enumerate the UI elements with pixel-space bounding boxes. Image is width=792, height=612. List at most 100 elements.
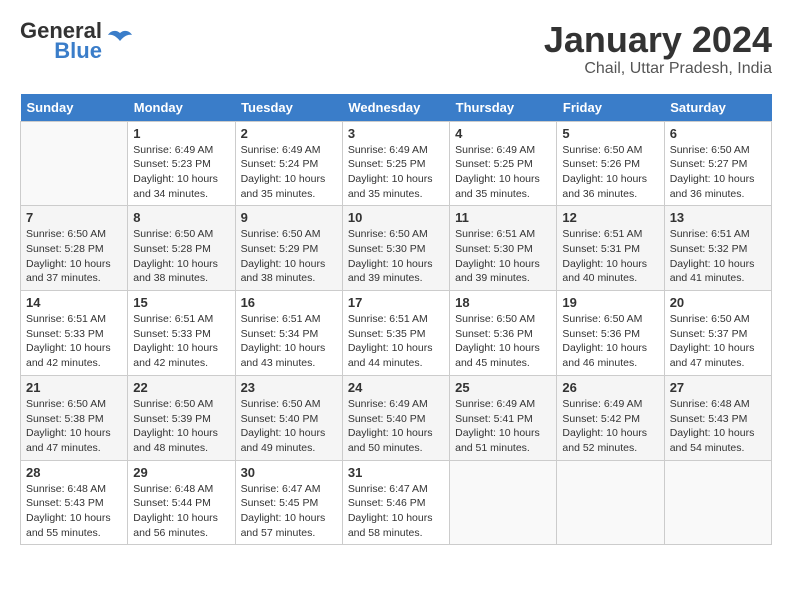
- day-number: 5: [562, 126, 658, 141]
- calendar-cell: 14 Sunrise: 6:51 AM Sunset: 5:33 PM Dayli…: [21, 291, 128, 376]
- day-number: 28: [26, 465, 122, 480]
- day-number: 15: [133, 295, 229, 310]
- day-info: Sunrise: 6:48 AM Sunset: 5:43 PM Dayligh…: [26, 482, 122, 541]
- day-number: 11: [455, 210, 551, 225]
- day-info: Sunrise: 6:49 AM Sunset: 5:23 PM Dayligh…: [133, 143, 229, 202]
- day-number: 9: [241, 210, 337, 225]
- day-number: 1: [133, 126, 229, 141]
- calendar-cell: [450, 460, 557, 545]
- calendar-cell: 24Sunrise: 6:49 AM Sunset: 5:40 PM Dayli…: [342, 375, 449, 460]
- calendar-cell: 21 Sunrise: 6:50 AM Sunset: 5:38 PM Dayli…: [21, 375, 128, 460]
- day-info: Sunrise: 6:49 AM Sunset: 5:25 PM Dayligh…: [455, 143, 551, 202]
- weekday-header: Thursday: [450, 94, 557, 122]
- day-info: Sunrise: 6:50 AM Sunset: 5:27 PM Dayligh…: [670, 143, 766, 202]
- day-info: Sunrise: 6:50 AM Sunset: 5:40 PM Dayligh…: [241, 397, 337, 456]
- day-number: 12: [562, 210, 658, 225]
- day-number: 16: [241, 295, 337, 310]
- location: Chail, Uttar Pradesh, India: [544, 60, 772, 78]
- calendar-cell: 5 Sunrise: 6:50 AM Sunset: 5:26 PM Daylig…: [557, 121, 664, 206]
- calendar-cell: 10 Sunrise: 6:50 AM Sunset: 5:30 PM Dayli…: [342, 206, 449, 291]
- day-number: 13: [670, 210, 766, 225]
- day-info: Sunrise: 6:50 AM Sunset: 5:28 PM Dayligh…: [26, 227, 122, 286]
- day-info: Sunrise: 6:51 AM Sunset: 5:35 PM Dayligh…: [348, 312, 444, 371]
- weekday-header: Monday: [128, 94, 235, 122]
- day-info: Sunrise: 6:51 AM Sunset: 5:32 PM Dayligh…: [670, 227, 766, 286]
- calendar-cell: 7 Sunrise: 6:50 AM Sunset: 5:28 PM Daylig…: [21, 206, 128, 291]
- day-info: Sunrise: 6:51 AM Sunset: 5:31 PM Dayligh…: [562, 227, 658, 286]
- weekday-header: Wednesday: [342, 94, 449, 122]
- day-number: 14: [26, 295, 122, 310]
- calendar-week-row: 14 Sunrise: 6:51 AM Sunset: 5:33 PM Dayli…: [21, 291, 772, 376]
- day-number: 4: [455, 126, 551, 141]
- day-number: 2: [241, 126, 337, 141]
- day-info: Sunrise: 6:49 AM Sunset: 5:42 PM Dayligh…: [562, 397, 658, 456]
- day-info: Sunrise: 6:49 AM Sunset: 5:24 PM Dayligh…: [241, 143, 337, 202]
- calendar-week-row: 1 Sunrise: 6:49 AM Sunset: 5:23 PM Daylig…: [21, 121, 772, 206]
- calendar-cell: 12 Sunrise: 6:51 AM Sunset: 5:31 PM Dayli…: [557, 206, 664, 291]
- day-number: 6: [670, 126, 766, 141]
- month-title: January 2024: [544, 20, 772, 60]
- calendar-cell: 6 Sunrise: 6:50 AM Sunset: 5:27 PM Daylig…: [664, 121, 771, 206]
- weekday-header: Friday: [557, 94, 664, 122]
- calendar-cell: 4 Sunrise: 6:49 AM Sunset: 5:25 PM Daylig…: [450, 121, 557, 206]
- day-number: 21: [26, 380, 122, 395]
- calendar-cell: 30Sunrise: 6:47 AM Sunset: 5:45 PM Dayli…: [235, 460, 342, 545]
- day-info: Sunrise: 6:51 AM Sunset: 5:30 PM Dayligh…: [455, 227, 551, 286]
- calendar-cell: 20Sunrise: 6:50 AM Sunset: 5:37 PM Dayli…: [664, 291, 771, 376]
- day-info: Sunrise: 6:49 AM Sunset: 5:40 PM Dayligh…: [348, 397, 444, 456]
- calendar-cell: 26 Sunrise: 6:49 AM Sunset: 5:42 PM Dayli…: [557, 375, 664, 460]
- day-number: 7: [26, 210, 122, 225]
- day-info: Sunrise: 6:51 AM Sunset: 5:33 PM Dayligh…: [26, 312, 122, 371]
- calendar-cell: 9 Sunrise: 6:50 AM Sunset: 5:29 PM Daylig…: [235, 206, 342, 291]
- calendar-week-row: 28 Sunrise: 6:48 AM Sunset: 5:43 PM Dayli…: [21, 460, 772, 545]
- header: General Blue January 2024 Chail, Uttar P…: [20, 20, 772, 78]
- day-info: Sunrise: 6:50 AM Sunset: 5:29 PM Dayligh…: [241, 227, 337, 286]
- day-number: 31: [348, 465, 444, 480]
- day-info: Sunrise: 6:51 AM Sunset: 5:33 PM Dayligh…: [133, 312, 229, 371]
- day-number: 22: [133, 380, 229, 395]
- day-number: 26: [562, 380, 658, 395]
- day-info: Sunrise: 6:50 AM Sunset: 5:38 PM Dayligh…: [26, 397, 122, 456]
- calendar-cell: [557, 460, 664, 545]
- weekday-header-row: SundayMondayTuesdayWednesdayThursdayFrid…: [21, 94, 772, 122]
- calendar-cell: 17 Sunrise: 6:51 AM Sunset: 5:35 PM Dayli…: [342, 291, 449, 376]
- weekday-header: Sunday: [21, 94, 128, 122]
- weekday-header: Tuesday: [235, 94, 342, 122]
- weekday-header: Saturday: [664, 94, 771, 122]
- day-number: 8: [133, 210, 229, 225]
- calendar-week-row: 7 Sunrise: 6:50 AM Sunset: 5:28 PM Daylig…: [21, 206, 772, 291]
- day-number: 29: [133, 465, 229, 480]
- day-info: Sunrise: 6:50 AM Sunset: 5:39 PM Dayligh…: [133, 397, 229, 456]
- day-number: 19: [562, 295, 658, 310]
- calendar-cell: 11 Sunrise: 6:51 AM Sunset: 5:30 PM Dayli…: [450, 206, 557, 291]
- day-number: 17: [348, 295, 444, 310]
- day-number: 25: [455, 380, 551, 395]
- day-info: Sunrise: 6:50 AM Sunset: 5:36 PM Dayligh…: [455, 312, 551, 371]
- day-info: Sunrise: 6:47 AM Sunset: 5:45 PM Dayligh…: [241, 482, 337, 541]
- day-info: Sunrise: 6:50 AM Sunset: 5:30 PM Dayligh…: [348, 227, 444, 286]
- logo-icon: [106, 25, 134, 53]
- calendar-cell: 28 Sunrise: 6:48 AM Sunset: 5:43 PM Dayli…: [21, 460, 128, 545]
- calendar-cell: [664, 460, 771, 545]
- calendar-cell: 19Sunrise: 6:50 AM Sunset: 5:36 PM Dayli…: [557, 291, 664, 376]
- calendar-cell: 15 Sunrise: 6:51 AM Sunset: 5:33 PM Dayli…: [128, 291, 235, 376]
- day-info: Sunrise: 6:50 AM Sunset: 5:26 PM Dayligh…: [562, 143, 658, 202]
- day-number: 10: [348, 210, 444, 225]
- day-number: 3: [348, 126, 444, 141]
- day-number: 20: [670, 295, 766, 310]
- logo-blue: Blue: [54, 40, 102, 62]
- calendar-cell: 31Sunrise: 6:47 AM Sunset: 5:46 PM Dayli…: [342, 460, 449, 545]
- day-info: Sunrise: 6:48 AM Sunset: 5:43 PM Dayligh…: [670, 397, 766, 456]
- calendar-cell: 18Sunrise: 6:50 AM Sunset: 5:36 PM Dayli…: [450, 291, 557, 376]
- day-info: Sunrise: 6:49 AM Sunset: 5:41 PM Dayligh…: [455, 397, 551, 456]
- calendar-cell: 16Sunrise: 6:51 AM Sunset: 5:34 PM Dayli…: [235, 291, 342, 376]
- calendar-cell: 3Sunrise: 6:49 AM Sunset: 5:25 PM Daylig…: [342, 121, 449, 206]
- calendar-cell: 29Sunrise: 6:48 AM Sunset: 5:44 PM Dayli…: [128, 460, 235, 545]
- calendar-cell: 2 Sunrise: 6:49 AM Sunset: 5:24 PM Daylig…: [235, 121, 342, 206]
- calendar-cell: 23Sunrise: 6:50 AM Sunset: 5:40 PM Dayli…: [235, 375, 342, 460]
- title-area: January 2024 Chail, Uttar Pradesh, India: [544, 20, 772, 78]
- logo: General Blue: [20, 20, 134, 62]
- calendar-cell: 1 Sunrise: 6:49 AM Sunset: 5:23 PM Daylig…: [128, 121, 235, 206]
- calendar-cell: 8Sunrise: 6:50 AM Sunset: 5:28 PM Daylig…: [128, 206, 235, 291]
- day-number: 27: [670, 380, 766, 395]
